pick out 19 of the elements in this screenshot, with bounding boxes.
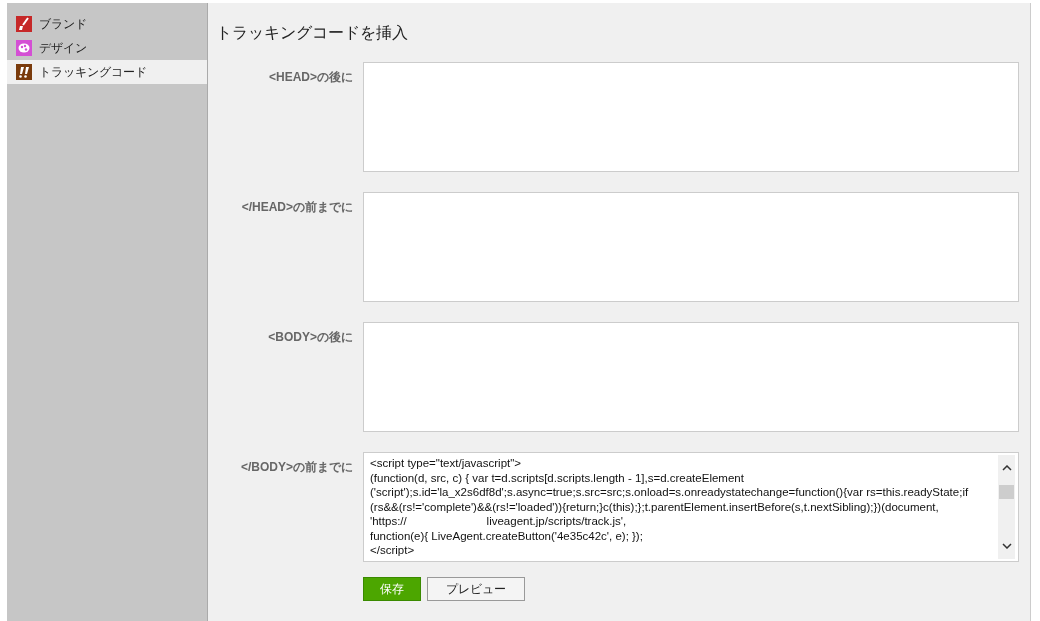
text-area[interactable]	[363, 192, 1019, 302]
field-label: <HEAD>の後に	[267, 69, 353, 86]
brush-icon	[16, 16, 32, 32]
sidebar-item[interactable]: ブランド	[7, 12, 207, 36]
field-label: <BODY>の後に	[267, 329, 353, 346]
code-field[interactable]: <script type="text/javascript"> (function(d, src, c) { var t=d.scripts[d.scripts.length - 1],s=d.createElement ('script');s.id='la_x2s6df8d';s.async=true;s.src=src;s.onload=s.onreadystatechange=function(){var rs=this.readyState;if (rs&&(rs!='complete')&&(rs!='loaded')){return;}c(this);};t.parentElement.insertBefore(s,t.nextSibling);})(document, 'https:// liveagent.jp/scripts/track.js', function(e){ LiveAgent.createButton('4e35c42c', e); }); </script>	[363, 452, 1019, 562]
text-area[interactable]	[363, 62, 1019, 172]
text-area[interactable]	[363, 322, 1019, 432]
page-title: トラッキングコードを挿入	[216, 23, 409, 43]
field-label: </BODY>の前までに	[239, 459, 353, 476]
preview-button[interactable]: プレビュー	[427, 577, 525, 601]
chevron-up-icon[interactable]	[1001, 465, 1012, 471]
sidebar-item[interactable]: トラッキングコード	[7, 60, 207, 84]
scrollbar-thumb[interactable]	[999, 485, 1014, 499]
chevron-down-icon[interactable]	[1001, 543, 1012, 549]
palette-icon	[16, 40, 32, 56]
sidebar-item[interactable]: デザイン	[7, 36, 207, 60]
field-label: </HEAD>の前までに	[240, 199, 353, 216]
scrollbar[interactable]	[998, 455, 1015, 559]
